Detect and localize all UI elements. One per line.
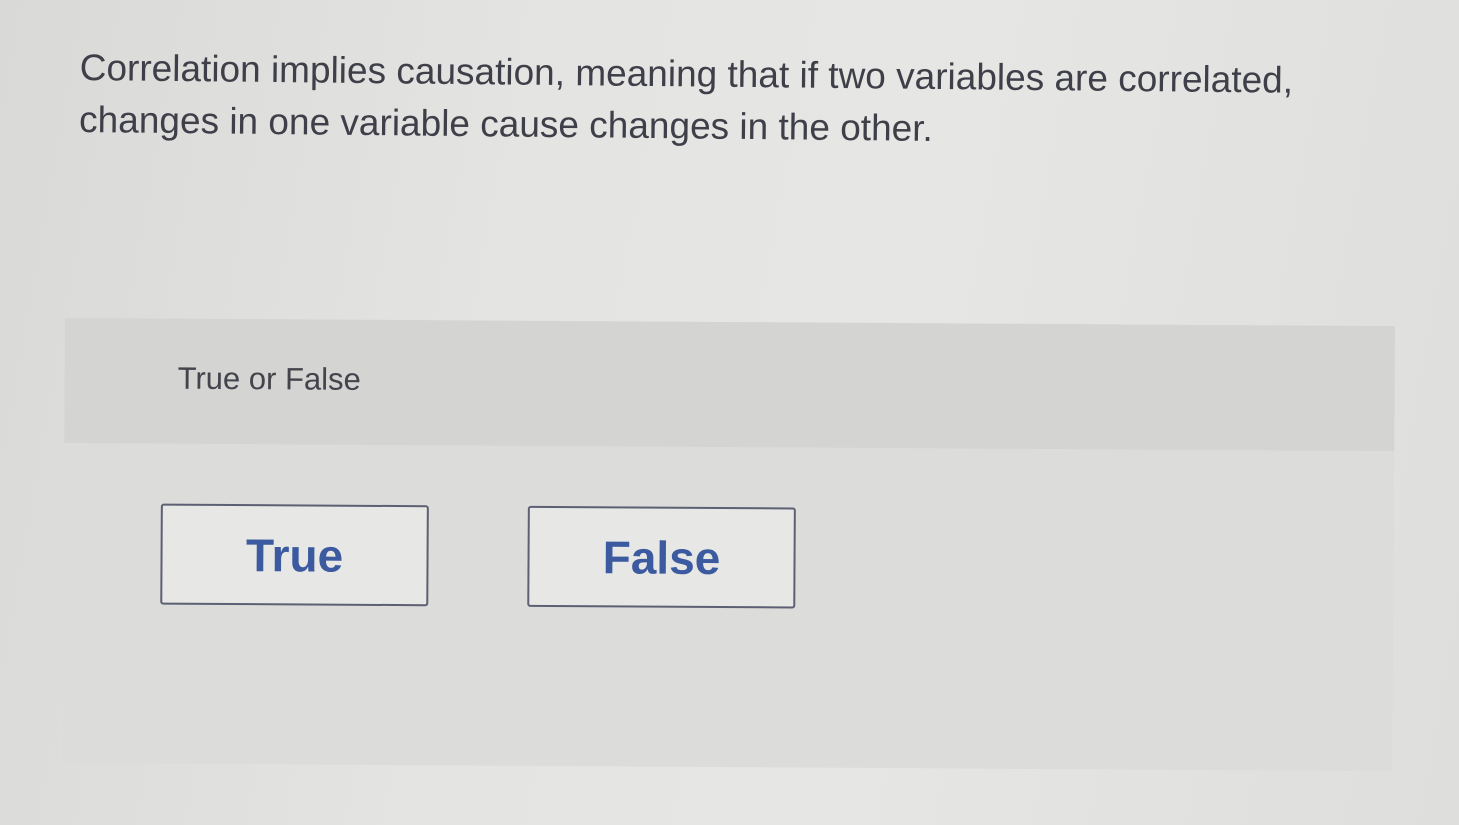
answer-panel: True or False True False [62, 318, 1395, 772]
false-button[interactable]: False [527, 505, 796, 609]
true-button-label: True [245, 528, 344, 582]
answer-panel-header: True or False [64, 318, 1395, 452]
true-or-false-label: True or False [177, 360, 361, 397]
true-button[interactable]: True [160, 503, 429, 607]
false-button-label: False [602, 530, 721, 584]
question-text: Correlation implies causation, meaning t… [78, 46, 1294, 149]
